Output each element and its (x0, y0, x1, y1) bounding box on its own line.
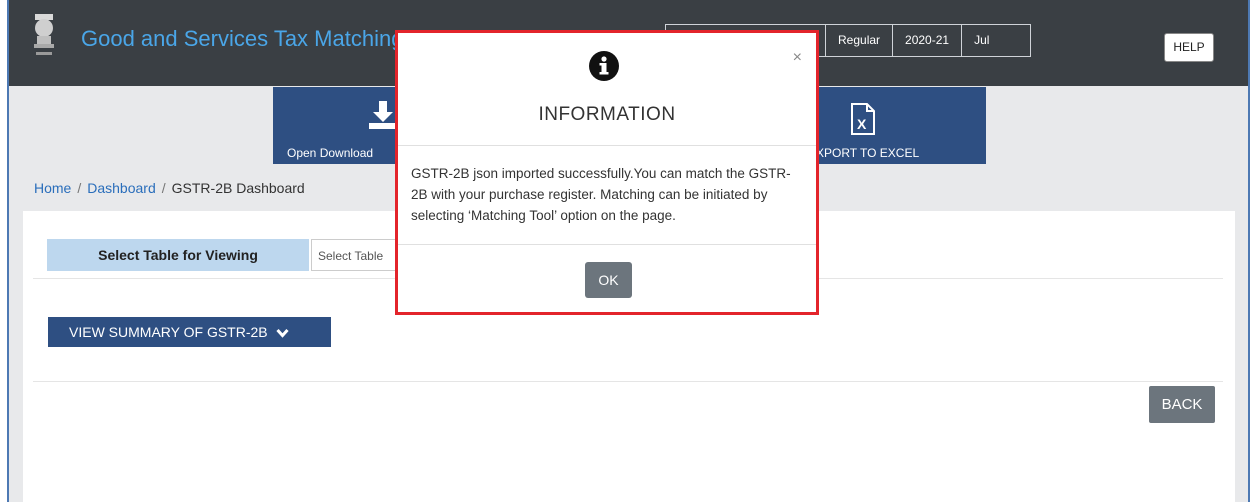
breadcrumb-separator: / (161, 180, 166, 196)
emblem-logo-icon (34, 14, 54, 55)
breadcrumb-current: GSTR-2B Dashboard (171, 180, 305, 196)
help-button[interactable]: HELP (1164, 33, 1214, 62)
breadcrumb-dashboard-link[interactable]: Dashboard (87, 180, 156, 196)
breadcrumb-separator: / (77, 180, 82, 196)
excel-file-icon: X (851, 103, 875, 135)
info-icon (589, 51, 619, 81)
taxpayer-type-cell: Regular (825, 25, 892, 56)
open-download-label: Open Download (287, 146, 374, 160)
chevron-down-icon (275, 329, 289, 339)
ok-button[interactable]: OK (585, 262, 632, 298)
modal-divider (398, 244, 816, 245)
app-title: Good and Services Tax Matching (81, 26, 404, 51)
breadcrumb: Home / Dashboard / GSTR-2B Dashboard (34, 180, 305, 196)
month-cell: Jul (961, 25, 1030, 56)
divider (33, 381, 1223, 382)
view-summary-button[interactable]: VIEW SUMMARY OF GSTR-2B (48, 317, 331, 347)
export-excel-tile[interactable]: X XPORT TO EXCEL (812, 87, 986, 164)
information-modal: × INFORMATION GSTR-2B json imported succ… (395, 30, 819, 315)
select-table-label: Select Table for Viewing (47, 239, 309, 271)
modal-title: INFORMATION (538, 104, 676, 125)
financial-year-cell: 2020-21 (892, 25, 961, 56)
breadcrumb-home-link[interactable]: Home (34, 180, 71, 196)
close-icon[interactable]: × (793, 49, 802, 67)
view-summary-label: VIEW SUMMARY OF GSTR-2B (69, 324, 268, 340)
select-table-dropdown[interactable]: Select Table (311, 239, 401, 271)
modal-message: GSTR-2B json imported successfully.You c… (411, 166, 791, 223)
open-download-tile[interactable]: Open Download (273, 87, 408, 164)
export-excel-label: XPORT TO EXCEL (816, 146, 920, 160)
back-button[interactable]: BACK (1149, 386, 1215, 423)
modal-divider (398, 145, 816, 146)
svg-text:X: X (857, 116, 867, 132)
download-icon (369, 101, 397, 129)
